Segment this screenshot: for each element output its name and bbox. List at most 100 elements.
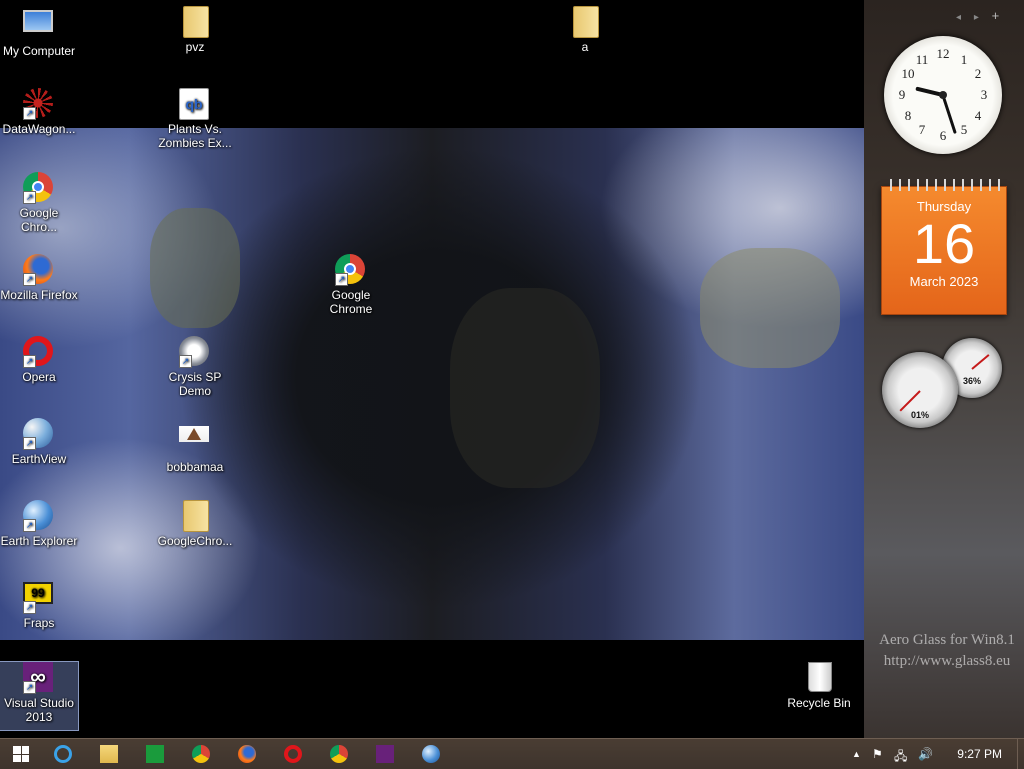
gadget-add-button[interactable]: + <box>992 8 1000 23</box>
folder-icon <box>569 6 601 38</box>
clock-number: 4 <box>974 108 982 123</box>
clock-number: 3 <box>980 87 988 102</box>
taskbar-earth-explorer[interactable] <box>420 743 442 765</box>
icon-label: DataWagon... <box>2 122 76 136</box>
icon-label: Plants Vs. Zombies Ex... <box>158 122 232 150</box>
shortcut-arrow-icon: ↗ <box>335 273 348 286</box>
clock-number: 5 <box>960 122 968 137</box>
africa-landmass <box>450 288 600 488</box>
clock-number: 2 <box>974 66 982 81</box>
icon-label: Google Chro... <box>19 206 59 234</box>
desktop-icon-fraps[interactable]: 99 ↗ Fraps <box>0 582 78 630</box>
cpu-value: 01% <box>910 410 929 420</box>
cpu-meter-gadget[interactable]: 36% 01% <box>880 338 1006 430</box>
taskbar-chrome-2[interactable] <box>328 743 350 765</box>
shortcut-arrow-icon: ↗ <box>23 681 36 694</box>
start-button[interactable] <box>10 743 32 765</box>
recycle-bin-icon <box>803 662 835 694</box>
clock-number: 12 <box>936 46 950 61</box>
file-explorer-icon <box>100 745 118 763</box>
desktop-icon-google-chrome-2[interactable]: ↗ Google Chrome <box>312 254 390 316</box>
globe-icon: ↗ <box>23 500 55 532</box>
desktop-icon-a[interactable]: a <box>546 6 624 54</box>
icon-label: Mozilla Firefox <box>0 288 78 302</box>
shortcut-arrow-icon: ↗ <box>23 437 36 450</box>
desktop-icon-earthview[interactable]: ↗ EarthView <box>0 418 78 466</box>
calendar-month-year: March 2023 <box>909 274 979 289</box>
taskbar-opera[interactable] <box>282 743 304 765</box>
clock-center <box>939 91 947 99</box>
icon-label: Visual Studio 2013 <box>4 696 74 724</box>
opera-icon: ↗ <box>23 336 55 368</box>
shortcut-arrow-icon: ↗ <box>23 273 36 286</box>
image-file-icon <box>179 426 211 458</box>
icon-label: bobbamaa <box>166 460 224 474</box>
gadget-prev-button[interactable]: ◂ <box>956 12 961 23</box>
taskbar-internet-explorer[interactable] <box>52 743 74 765</box>
desktop-icon-google-chrome-1[interactable]: ↗ Google Chro... <box>0 172 78 234</box>
tray-overflow-button[interactable]: ▲ <box>852 749 861 759</box>
cpu-gauge: 01% <box>882 352 958 428</box>
shortcut-arrow-icon: ↗ <box>23 107 36 120</box>
desktop-icon-visual-studio-2013[interactable]: ∞ ↗ Visual Studio 2013 <box>0 661 79 731</box>
desktop-icon-googlechrome-folder[interactable]: GoogleChro... <box>156 500 234 548</box>
shortcut-arrow-icon: ↗ <box>23 191 36 204</box>
gadget-next-button[interactable]: ▸ <box>974 12 979 23</box>
globe-icon <box>422 745 440 763</box>
icon-label: Earth Explorer <box>0 534 78 548</box>
desktop-icon-crysis-sp-demo[interactable]: ↗ Crysis SP Demo <box>156 336 234 398</box>
gadget-toolbar: ◂ ▸ + <box>956 8 1009 23</box>
qbittorrent-file-icon: qb <box>179 88 211 120</box>
taskbar-store[interactable] <box>144 743 166 765</box>
icon-label: My Computer <box>2 44 76 58</box>
desktop-icon-bobbamaa[interactable]: bobbamaa <box>156 418 234 474</box>
taskbar-file-explorer[interactable] <box>98 743 120 765</box>
folder-icon <box>179 500 211 532</box>
icon-label: Crysis SP Demo <box>168 370 222 398</box>
clock-number: 11 <box>915 52 929 67</box>
chrome-icon <box>330 745 348 763</box>
calendar-day: 16 <box>912 212 976 275</box>
visual-studio-icon: ∞ ↗ <box>23 662 55 694</box>
clock-gadget[interactable]: 12 1 2 3 4 5 6 7 8 9 10 11 <box>884 36 1002 154</box>
watermark-line-2: http://www.glass8.eu <box>883 653 1011 669</box>
internet-explorer-icon <box>54 745 72 763</box>
desktop-icon-my-computer[interactable]: My Computer <box>0 6 78 58</box>
windows-logo-icon <box>13 746 29 762</box>
chrome-icon <box>192 745 210 763</box>
taskbar-visual-studio[interactable] <box>374 743 396 765</box>
show-desktop-button[interactable] <box>1017 739 1024 769</box>
cpu-needle <box>899 390 921 412</box>
taskbar-clock[interactable]: 9:27 PM <box>957 747 1002 761</box>
shortcut-arrow-icon: ↗ <box>179 355 192 368</box>
asia-landmass <box>700 248 840 368</box>
desktop-icon-opera[interactable]: ↗ Opera <box>0 336 78 384</box>
network-icon[interactable]: 🖧 <box>894 747 907 768</box>
watermark-line-1: Aero Glass for Win8.1 <box>879 632 1015 648</box>
clock-number: 10 <box>901 66 915 81</box>
calendar-gadget[interactable]: Thursday 16 March 2023 <box>881 179 1007 315</box>
desktop-icon-plants-vs-zombies[interactable]: qb Plants Vs. Zombies Ex... <box>156 88 234 150</box>
clock-number: 9 <box>898 87 906 102</box>
calendar-rings <box>886 179 1002 191</box>
desktop-icon-mozilla-firefox[interactable]: ↗ Mozilla Firefox <box>0 254 78 302</box>
crysis-icon: ↗ <box>179 336 211 368</box>
taskbar-firefox[interactable] <box>236 743 258 765</box>
desktop-icon-earth-explorer[interactable]: ↗ Earth Explorer <box>0 500 78 548</box>
aero-glass-watermark: Aero Glass for Win8.1 http://www.glass8.… <box>870 630 1024 672</box>
taskbar: ▲ ⚑ 🖧 🔊 9:27 PM <box>0 738 1024 769</box>
desktop-icon-datawagon[interactable]: ↗ DataWagon... <box>0 88 78 136</box>
desktop-icon-pvz[interactable]: pvz <box>156 6 234 54</box>
action-center-flag-icon[interactable]: ⚑ <box>872 747 883 761</box>
earthview-icon: ↗ <box>23 418 55 450</box>
desktop-icon-recycle-bin[interactable]: Recycle Bin <box>780 662 858 710</box>
americas-landmass <box>150 208 240 328</box>
volume-icon[interactable]: 🔊 <box>918 747 933 761</box>
taskbar-chrome-1[interactable] <box>190 743 212 765</box>
chrome-icon: ↗ <box>335 254 367 286</box>
icon-label: Fraps <box>23 616 55 630</box>
computer-icon <box>23 10 55 42</box>
icon-label: GoogleChro... <box>157 534 233 548</box>
clock-number: 7 <box>918 122 926 137</box>
icon-label: EarthView <box>11 452 67 466</box>
